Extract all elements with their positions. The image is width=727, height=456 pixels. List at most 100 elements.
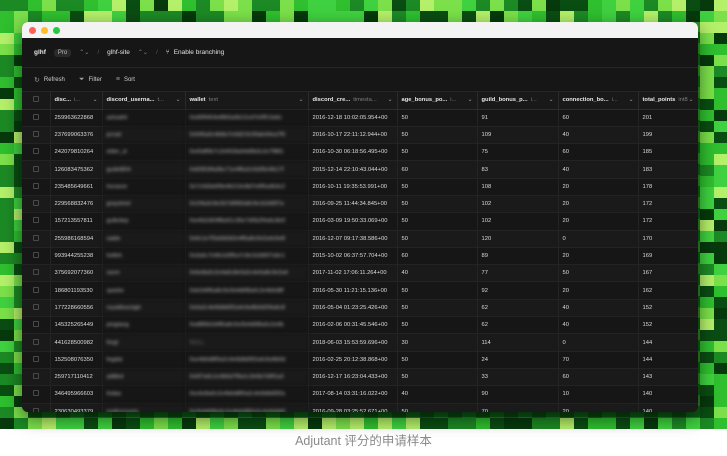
table-cell-wallet[interactable]: 0xe4b6d8f0a2c4e6b8d0f2a4c6e8b0d xyxy=(185,351,309,369)
table-cell-wallet[interactable]: 0x5f7a9c1e3b5d7f9a1c3e5b7d9f1a3 xyxy=(185,368,309,387)
table-cell-created[interactable]: 2016-09-25 11:44:34.845+00 xyxy=(308,195,398,214)
chevron-down-icon[interactable]: ⌄ xyxy=(689,97,694,103)
table-cell-conn[interactable]: 20 xyxy=(558,212,639,231)
table-cell-user[interactable]: adilled xyxy=(102,368,186,387)
table-cell-created[interactable]: 2016-10-30 06:18:56.495+00 xyxy=(308,143,398,162)
project-name[interactable]: glhf xyxy=(34,49,46,56)
site-name[interactable]: glhf-site xyxy=(107,49,130,56)
table-row[interactable]: 255986168594 oakle 0x9c1e7f3a5b0d2e4f6a8c0… xyxy=(22,230,698,248)
row-checkbox[interactable] xyxy=(22,143,51,162)
minimize-window-button[interactable] xyxy=(41,26,48,34)
table-cell-guild[interactable]: 108 xyxy=(477,178,559,196)
row-checkbox[interactable] xyxy=(22,126,51,145)
table-cell-wallet[interactable]: 0xd8f0b2d4f6a8c0e2b4d6f8a0c2e4b xyxy=(185,316,309,335)
table-cell-age[interactable]: 40 xyxy=(397,264,478,283)
table-cell-wallet[interactable]: 0x945a0c4b8a7e3d21fc09ab34ea7f0 xyxy=(185,126,309,145)
table-cell-wallet[interactable]: 0xd5f9404e8fb5a0b12cd7e0ff13a9c xyxy=(185,109,309,127)
table-cell-guild[interactable]: 83 xyxy=(477,160,559,179)
table-cell-wallet[interactable]: 0x43df9b7c2e5f18a04d9b3c2e7f881 xyxy=(185,143,309,162)
site-switcher-icon[interactable]: ⌃⌄ xyxy=(138,49,148,56)
table-cell-created[interactable]: 2016-09-28 03:25:52.671+00 xyxy=(308,403,398,412)
chevron-down-icon[interactable]: ⌄ xyxy=(299,97,304,103)
table-row[interactable]: 235485649661 hovarze 0x7c0d3a5f9e4b210c8d7… xyxy=(22,178,698,196)
table-cell-total[interactable]: 185 xyxy=(638,143,698,162)
table-cell-guild[interactable]: 90 xyxy=(477,385,559,404)
row-checkbox[interactable] xyxy=(22,281,51,300)
table-cell-id[interactable]: 229568832476 xyxy=(50,195,103,214)
table-row[interactable]: 177228660556 royalbluestgh 0x0a2c4e6b8d0f2… xyxy=(22,299,698,318)
row-checkbox[interactable] xyxy=(22,385,51,404)
column-header[interactable]: guild_bonus_p... i... ⌄ xyxy=(477,92,559,110)
table-cell-user[interactable]: fegdal xyxy=(102,351,186,369)
table-cell-created[interactable]: 2016-10-17 22:11:12.944+00 xyxy=(308,126,398,145)
table-cell-age[interactable]: 50 xyxy=(397,299,478,318)
table-row[interactable]: 375692077360 ravre 0x6e8a0c2e4a6c8e0a2c4e6… xyxy=(22,264,698,283)
table-cell-conn[interactable]: 40 xyxy=(558,160,639,179)
table-cell-user[interactable]: pingtang xyxy=(102,316,186,335)
table-cell-wallet[interactable]: 0x83f2d9a0bc71e4f6a2c0d35e9b17f xyxy=(185,160,309,179)
column-header[interactable]: age_bonus_po... i... ⌄ xyxy=(397,92,478,110)
row-checkbox[interactable] xyxy=(22,109,51,127)
table-cell-age[interactable]: 50 xyxy=(397,351,478,369)
table-cell-total[interactable]: 140 xyxy=(638,385,698,404)
table-cell-total[interactable]: 170 xyxy=(638,230,698,248)
table-cell-user[interactable]: helleh xyxy=(102,247,186,266)
table-cell-conn[interactable]: 40 xyxy=(558,316,639,335)
table-cell-user[interactable]: fregt xyxy=(102,333,186,352)
table-cell-id[interactable]: 235485649661 xyxy=(50,178,103,196)
table-cell-age[interactable]: 50 xyxy=(397,368,478,387)
table-cell-user[interactable]: elder_sl xyxy=(102,143,186,162)
table-cell-total[interactable]: 144 xyxy=(638,333,698,352)
table-cell-created[interactable]: 2016-03-09 19:50:33.069+00 xyxy=(308,212,398,231)
table-cell-conn[interactable]: 20 xyxy=(558,247,639,266)
table-cell-conn[interactable]: 20 xyxy=(558,403,639,412)
table-cell-id[interactable]: 152508076350 xyxy=(50,351,103,369)
table-cell-guild[interactable]: 102 xyxy=(477,195,559,214)
table-cell-age[interactable]: 50 xyxy=(397,281,478,300)
row-checkbox[interactable] xyxy=(22,333,51,352)
table-cell-id[interactable]: 157213557811 xyxy=(50,212,103,231)
table-cell-wallet[interactable]: 0xb2d4f6a8c0e2b4d6f8a0c2e4b6d8f xyxy=(185,281,309,300)
table-row[interactable]: 242079810264 elder_sl 0x43df9b7c2e5f18a04d… xyxy=(22,143,698,162)
filter-button[interactable]: ⏷ Filter xyxy=(79,76,102,84)
table-cell-user[interactable]: royalbluestgh xyxy=(102,299,186,318)
table-cell-created[interactable]: 2016-02-06 00:31:45.546+00 xyxy=(308,316,398,335)
table-cell-age[interactable]: 50 xyxy=(397,178,478,196)
table-cell-created[interactable]: 2016-12-18 10:02:05.954+00 xyxy=(308,109,398,127)
chevron-down-icon[interactable]: ⌄ xyxy=(629,97,634,103)
table-cell-conn[interactable]: 60 xyxy=(558,143,639,162)
column-header[interactable]: discord_userna... t... ⌄ xyxy=(102,92,186,110)
table-cell-wallet[interactable]: 0x0a2c4e6b8d0f2a4c6e8b0d2f4a6c8 xyxy=(185,299,309,318)
table-cell-id[interactable]: 255986168594 xyxy=(50,230,103,248)
table-cell-guild[interactable]: 89 xyxy=(477,247,559,266)
chevron-down-icon[interactable]: ⌄ xyxy=(93,97,98,103)
row-checkbox[interactable] xyxy=(22,299,51,318)
table-cell-id[interactable]: 375692077360 xyxy=(50,264,103,283)
table-cell-conn[interactable]: 10 xyxy=(558,385,639,404)
table-cell-age[interactable]: 60 xyxy=(397,247,478,266)
table-cell-user[interactable]: pcrad xyxy=(102,126,186,145)
table-cell-user[interactable]: gudet804 xyxy=(102,160,186,179)
maximize-window-button[interactable] xyxy=(53,26,60,34)
table-cell-guild[interactable]: 114 xyxy=(477,333,559,352)
table-cell-created[interactable]: 2017-08-14 03:31:16.022+00 xyxy=(308,385,398,404)
table-cell-total[interactable]: 140 xyxy=(638,403,698,412)
table-cell-user[interactable]: ravre xyxy=(102,264,186,283)
table-cell-age[interactable]: 50 xyxy=(397,195,478,214)
table-row[interactable]: 126083475362 gudet804 0x83f2d9a0bc71e4f6a2… xyxy=(22,160,698,179)
table-cell-age[interactable]: 50 xyxy=(397,109,478,127)
table-cell-total[interactable]: 183 xyxy=(638,160,698,179)
chevron-down-icon[interactable]: ⌄ xyxy=(388,97,393,103)
table-cell-age[interactable]: 30 xyxy=(397,333,478,352)
column-header[interactable]: total_points int8 ⌄ xyxy=(638,92,698,110)
refresh-button[interactable]: ↻ Refresh xyxy=(34,76,65,84)
table-cell-age[interactable]: 50 xyxy=(397,230,478,248)
table-cell-total[interactable]: 152 xyxy=(638,316,698,335)
table-cell-conn[interactable]: 60 xyxy=(558,109,639,127)
table-cell-id[interactable]: 259963622868 xyxy=(50,109,103,127)
table-cell-created[interactable]: 2016-12-07 09:17:38.586+00 xyxy=(308,230,398,248)
table-cell-conn[interactable]: 0 xyxy=(558,333,639,352)
column-header[interactable]: connection_bo... i... ⌄ xyxy=(558,92,639,110)
table-cell-guild[interactable]: 75 xyxy=(477,143,559,162)
table-row[interactable]: 186801193530 sparke 0xb2d4f6a8c0e2b4d6f8a0… xyxy=(22,281,698,300)
